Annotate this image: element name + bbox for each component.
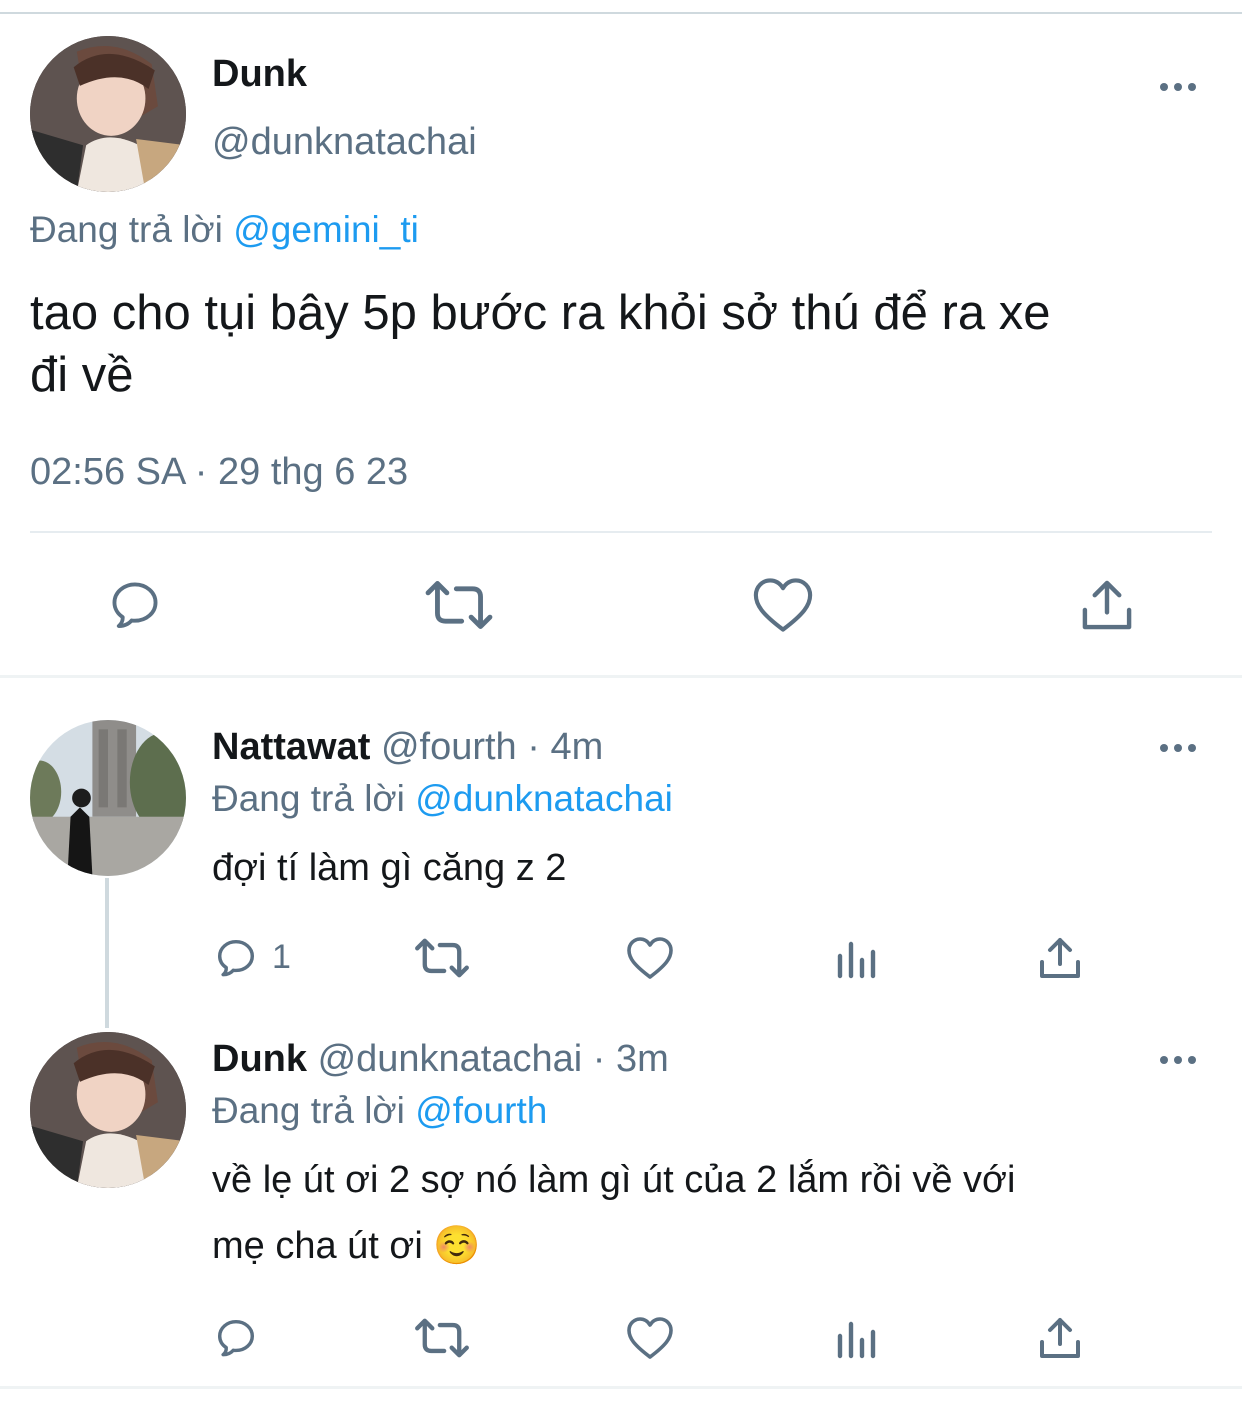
avatar[interactable] bbox=[30, 1032, 186, 1188]
avatar[interactable] bbox=[30, 36, 186, 192]
like-icon[interactable] bbox=[626, 1315, 674, 1361]
share-icon[interactable] bbox=[1038, 1316, 1082, 1360]
like-icon[interactable] bbox=[626, 935, 674, 981]
timestamp[interactable]: 02:56 SA · 29 thg 6 23 bbox=[30, 450, 408, 494]
reply-prefix: Đang trả lời bbox=[212, 1090, 405, 1131]
divider bbox=[30, 531, 1212, 533]
retweet-icon[interactable] bbox=[414, 936, 470, 980]
reply-to-link[interactable]: @fourth bbox=[415, 1090, 547, 1131]
reply-context: Đang trả lời @fourth bbox=[212, 1089, 547, 1133]
share-icon[interactable] bbox=[1038, 936, 1082, 980]
tweet-text-line-2: đi về bbox=[30, 348, 134, 402]
avatar[interactable] bbox=[30, 720, 186, 876]
reply-icon[interactable] bbox=[104, 576, 166, 634]
display-name[interactable]: Dunk bbox=[212, 1038, 307, 1080]
like-icon[interactable] bbox=[752, 576, 814, 634]
handle-and-time[interactable]: @dunknatachai · 3m bbox=[318, 1038, 669, 1080]
reply-icon[interactable] bbox=[212, 1315, 260, 1361]
reply-header: Dunk @dunknatachai · 3m bbox=[212, 1037, 669, 1081]
reply-context: Đang trả lời @gemini_ti bbox=[30, 208, 419, 252]
reply-to-link[interactable]: @gemini_ti bbox=[233, 209, 419, 250]
more-options-icon[interactable] bbox=[1160, 741, 1200, 753]
reply-text: đợi tí làm gì căng z 2 bbox=[212, 847, 567, 889]
reply-count: 1 bbox=[272, 938, 291, 976]
more-options-icon[interactable] bbox=[1160, 80, 1200, 92]
reply-prefix: Đang trả lời bbox=[30, 209, 223, 250]
display-name[interactable]: Nattawat bbox=[212, 726, 370, 768]
reply-header: Nattawat @fourth · 4m bbox=[212, 725, 603, 769]
more-options-icon[interactable] bbox=[1160, 1053, 1200, 1065]
thread-line bbox=[105, 878, 109, 1028]
reply-icon[interactable] bbox=[212, 935, 260, 981]
handle-and-time[interactable]: @fourth · 4m bbox=[381, 726, 603, 768]
user-handle[interactable]: @dunknatachai bbox=[212, 120, 477, 164]
reply-context: Đang trả lời @dunknatachai bbox=[212, 777, 673, 821]
display-name[interactable]: Dunk bbox=[212, 52, 307, 96]
analytics-icon[interactable] bbox=[834, 1316, 878, 1360]
retweet-icon[interactable] bbox=[424, 578, 494, 632]
bottom-divider bbox=[0, 1386, 1242, 1389]
top-border bbox=[0, 12, 1242, 14]
reply-prefix: Đang trả lời bbox=[212, 778, 405, 819]
reply-text-line-1: về lẹ út ơi 2 sợ nó làm gì út của 2 lắm … bbox=[212, 1159, 1016, 1201]
reply-to-link[interactable]: @dunknatachai bbox=[415, 778, 673, 819]
tweet-text-line-1: tao cho tụi bây 5p bước ra khỏi sở thú đ… bbox=[30, 286, 1051, 340]
section-divider bbox=[0, 675, 1242, 678]
share-icon[interactable] bbox=[1080, 578, 1134, 632]
reply-text-line-2: mẹ cha út ơi ☺️ bbox=[212, 1225, 481, 1267]
analytics-icon[interactable] bbox=[834, 936, 878, 980]
retweet-icon[interactable] bbox=[414, 1316, 470, 1360]
